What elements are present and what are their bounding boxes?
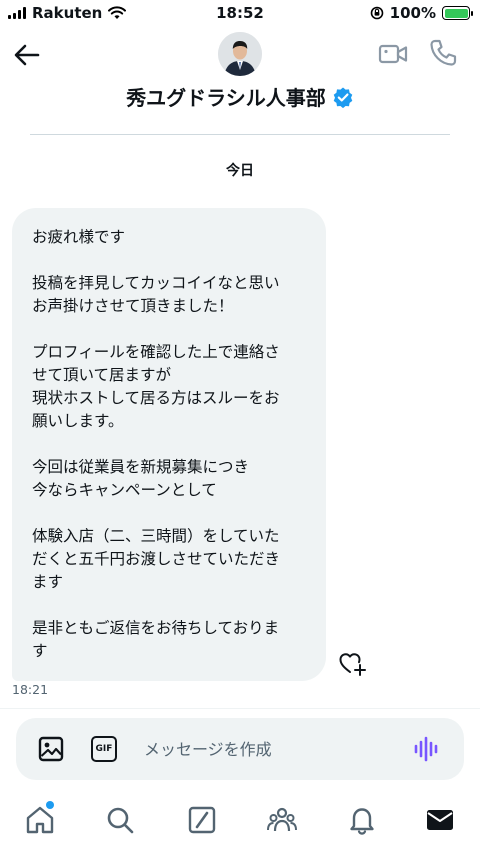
- message-bubble[interactable]: お疲れ様です 投稿を拝見してカッコイイなと思い お声掛けさせて頂きました！ プロ…: [12, 208, 326, 681]
- voice-message-icon[interactable]: [412, 734, 442, 764]
- message-line: す: [32, 642, 48, 660]
- communities-icon[interactable]: [266, 804, 298, 836]
- message-line: だくと五千円お渡しさせていただき: [32, 550, 281, 568]
- home-new-posts-dot: [46, 801, 54, 809]
- header-divider: [30, 134, 450, 135]
- conversation-title-row: 秀ユグドラシル人事部: [0, 82, 480, 111]
- message-line: せて頂いて居ますが: [32, 366, 172, 384]
- avatar-portrait-icon: [218, 32, 262, 76]
- video-call-icon[interactable]: [378, 40, 408, 68]
- notifications-icon[interactable]: [346, 804, 378, 836]
- message-line: 願いします。: [32, 412, 124, 430]
- message-line: [32, 502, 306, 525]
- message-line: [32, 594, 306, 617]
- grok-icon[interactable]: [186, 804, 218, 836]
- status-bar: Rakuten 18:52 100%: [0, 0, 480, 28]
- message-line: [32, 249, 306, 272]
- message-timestamp: 18:21: [12, 682, 49, 697]
- phone-call-icon[interactable]: [428, 38, 458, 68]
- message-line: [32, 318, 306, 341]
- image-icon[interactable]: [38, 736, 64, 762]
- message-line: 投稿を拝見してカッコイイなと思い: [32, 274, 280, 292]
- page-title: 秀ユグドラシル人事部: [126, 86, 326, 110]
- message-line: [32, 433, 306, 456]
- bottom-tab-bar: [0, 796, 480, 854]
- message-line: 体験入店（二、三時間）をしていた: [32, 527, 280, 545]
- message-line: 現状ホストして居る方はスルーをお: [32, 389, 280, 407]
- search-icon[interactable]: [104, 804, 136, 836]
- message-line: ます: [32, 573, 64, 591]
- gif-icon[interactable]: GIF: [91, 736, 117, 762]
- message-line: プロフィールを確認した上で連絡さ: [32, 343, 280, 361]
- add-reaction-icon[interactable]: [338, 650, 366, 676]
- composer-divider: [0, 708, 480, 709]
- back-arrow-icon[interactable]: [12, 40, 42, 70]
- message-input[interactable]: [144, 735, 404, 763]
- avatar[interactable]: [218, 32, 262, 76]
- message-line: 今ならキャンペーンとして: [32, 481, 217, 499]
- gif-label: GIF: [95, 744, 113, 754]
- message-line: 今回は従業員を新規募集につき: [32, 458, 250, 476]
- message-composer: GIF: [16, 718, 464, 780]
- messages-icon[interactable]: [424, 804, 456, 836]
- message-line: お疲れ様です: [32, 228, 126, 246]
- rotation-lock-icon: [370, 6, 383, 20]
- battery-percent: 100%: [389, 4, 436, 22]
- date-separator: 今日: [226, 163, 254, 179]
- battery-charging-icon: [442, 6, 473, 20]
- message-line: 是非ともご返信をお待ちしておりま: [32, 619, 280, 637]
- verified-badge-icon: [333, 87, 353, 108]
- conversation-header: 秀ユグドラシル人事部: [0, 28, 480, 136]
- status-right: 100%: [370, 4, 473, 22]
- message-line: お声掛けさせて頂きました！: [32, 297, 234, 315]
